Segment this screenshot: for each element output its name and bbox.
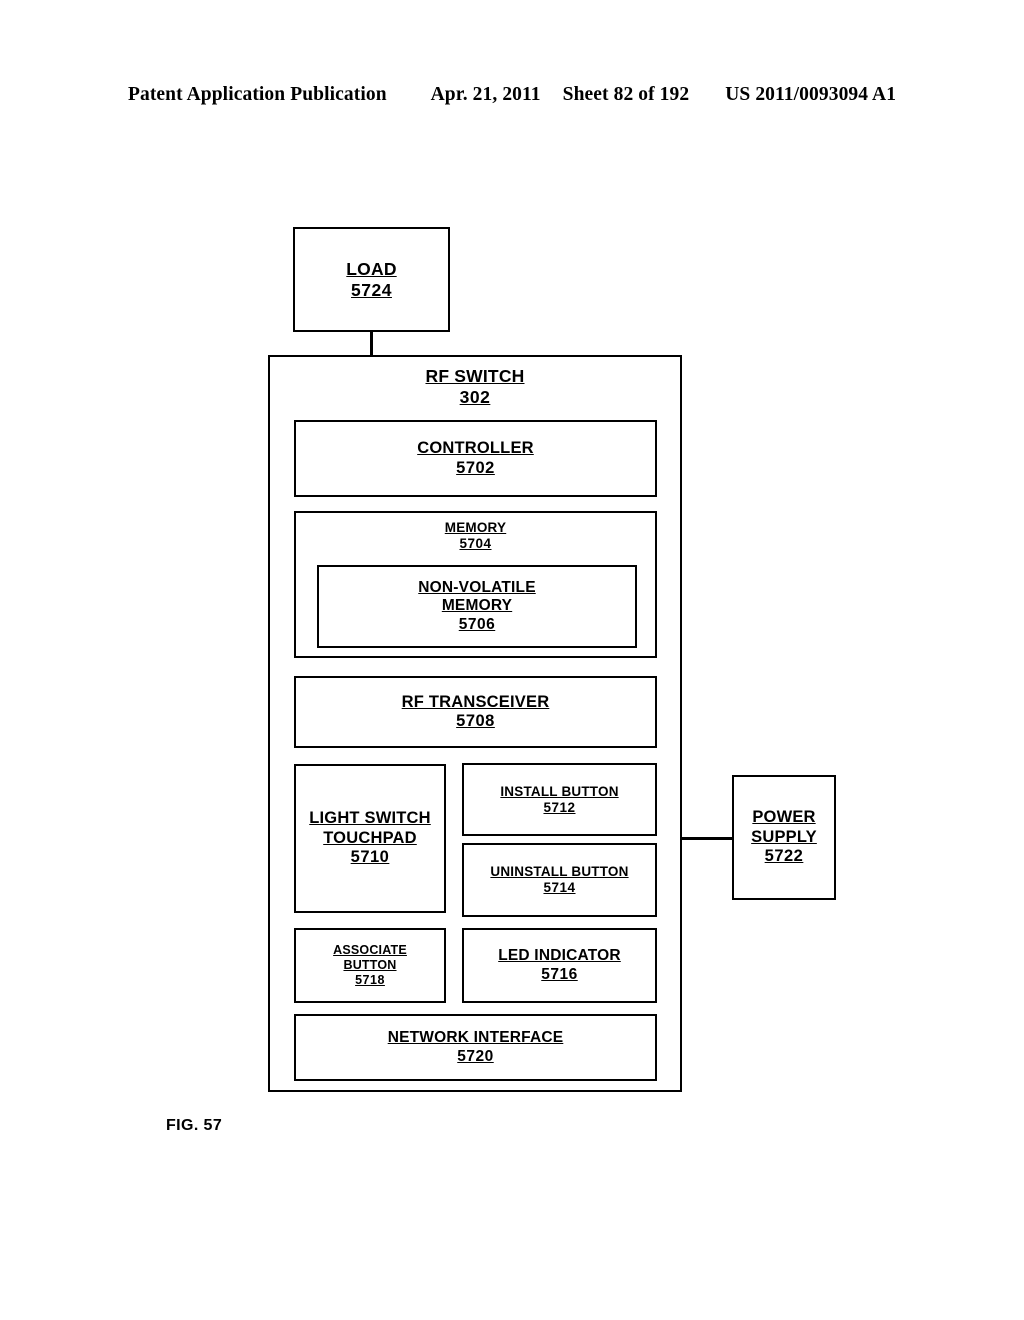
block-non-volatile-memory-title-line2: MEMORY: [441, 597, 513, 615]
block-rf-transceiver-title: RF TRANSCEIVER: [401, 692, 550, 711]
block-install-button-title: INSTALL BUTTON: [500, 783, 619, 799]
block-load: LOAD 5724: [293, 227, 450, 332]
block-led-indicator: LED INDICATOR 5716: [462, 928, 657, 1003]
block-controller: CONTROLLER 5702: [294, 420, 657, 497]
block-rf-switch-title: RF SWITCH: [425, 366, 525, 386]
block-controller-title: CONTROLLER: [417, 439, 534, 458]
block-non-volatile-memory-title-line1: NON-VOLATILE: [418, 579, 536, 597]
block-light-switch-touchpad-title-line2: TOUCHPAD: [323, 828, 417, 847]
block-install-button: INSTALL BUTTON 5712: [462, 763, 657, 836]
block-non-volatile-memory-ref: 5706: [458, 615, 496, 633]
block-memory-title: MEMORY: [444, 520, 507, 535]
block-load-ref: 5724: [351, 279, 392, 300]
block-light-switch-touchpad-title-line1: LIGHT SWITCH: [309, 809, 431, 828]
block-associate-button-title-line1: ASSOCIATE: [333, 943, 407, 958]
block-power-supply-title-line1: POWER: [752, 808, 816, 827]
block-rf-transceiver: RF TRANSCEIVER 5708: [294, 676, 657, 748]
block-load-title: LOAD: [346, 258, 397, 279]
figure-caption: FIG. 57: [166, 1117, 223, 1134]
connector-rf-switch-to-power-supply: [682, 837, 733, 840]
block-associate-button-title-line2: BUTTON: [343, 958, 397, 973]
block-uninstall-button-ref: 5714: [543, 880, 576, 895]
block-power-supply-title-line2: SUPPLY: [751, 827, 817, 846]
block-network-interface: NETWORK INTERFACE 5720: [294, 1014, 657, 1081]
block-rf-switch-ref: 302: [459, 386, 491, 407]
block-led-indicator-ref: 5716: [541, 965, 578, 983]
connector-load-to-rf-switch: [370, 332, 373, 357]
block-network-interface-title: NETWORK INTERFACE: [387, 1029, 564, 1047]
block-rf-transceiver-ref: 5708: [456, 712, 495, 730]
block-power-supply-ref: 5722: [764, 847, 804, 866]
block-associate-button: ASSOCIATE BUTTON 5718: [294, 928, 446, 1003]
block-light-switch-touchpad-ref: 5710: [350, 848, 390, 867]
patent-figure: LOAD 5724 RF SWITCH 302 CONTROLLER 5702 …: [0, 0, 1024, 1320]
block-power-supply: POWER SUPPLY 5722: [732, 775, 836, 900]
block-light-switch-touchpad: LIGHT SWITCH TOUCHPAD 5710: [294, 764, 446, 913]
block-non-volatile-memory: NON-VOLATILE MEMORY 5706: [317, 565, 637, 648]
block-led-indicator-title: LED INDICATOR: [498, 947, 621, 965]
block-memory-ref: 5704: [459, 535, 492, 551]
block-uninstall-button-title: UNINSTALL BUTTON: [490, 864, 629, 880]
block-uninstall-button: UNINSTALL BUTTON 5714: [462, 843, 657, 917]
block-associate-button-ref: 5718: [355, 972, 385, 987]
block-install-button-ref: 5712: [543, 799, 576, 815]
block-controller-ref: 5702: [456, 458, 495, 477]
block-network-interface-ref: 5720: [457, 1047, 494, 1065]
